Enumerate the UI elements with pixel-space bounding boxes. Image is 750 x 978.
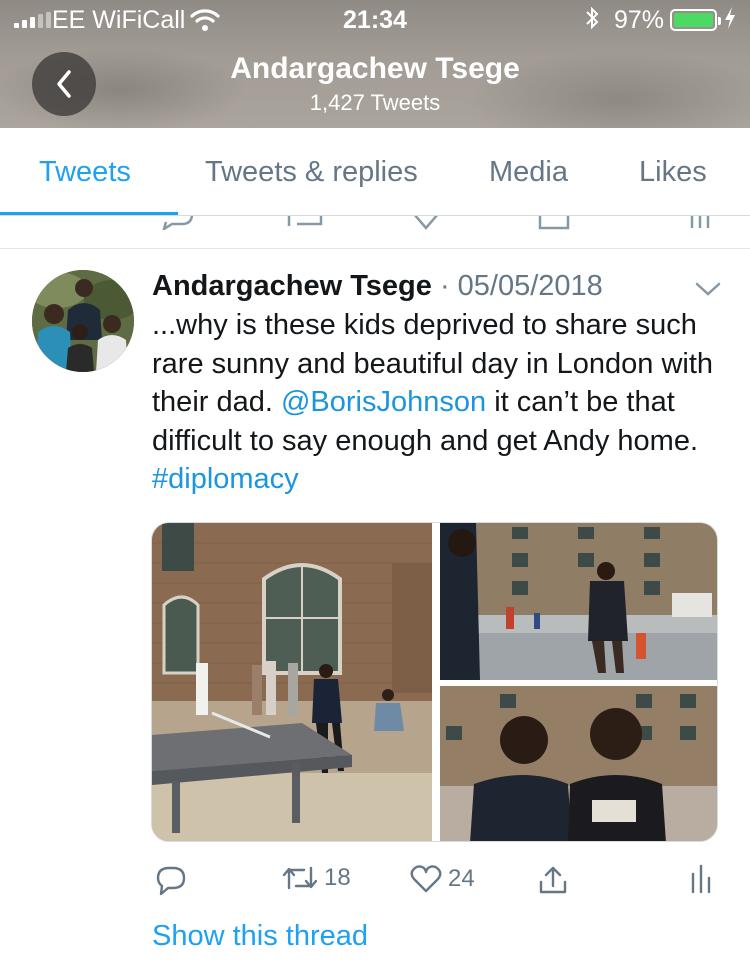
retweet-count: 18 xyxy=(324,864,351,891)
tweet-divider xyxy=(0,248,750,249)
analytics-button[interactable] xyxy=(689,864,713,894)
share-icon[interactable] xyxy=(538,216,570,230)
like-count: 24 xyxy=(448,865,475,892)
bluetooth-icon xyxy=(584,5,600,38)
tab-likes[interactable]: Likes xyxy=(639,156,707,189)
hashtag-link[interactable]: #diplomacy xyxy=(152,463,299,495)
share-button[interactable] xyxy=(537,864,569,896)
profile-header: EE WiFiCall 21:34 97% Andargachew Tsege … xyxy=(0,0,750,128)
media-photo-kids[interactable] xyxy=(440,686,717,841)
tweet-text: ...why is these kids deprived to share s… xyxy=(152,306,732,499)
profile-tabs: Tweets Tweets & replies Media Likes xyxy=(0,128,750,216)
tweet-author-name[interactable]: Andargachew Tsege xyxy=(152,270,432,302)
previous-tweet-actions xyxy=(0,216,750,230)
status-bar: EE WiFiCall 21:34 97% xyxy=(0,0,750,40)
retweet-icon xyxy=(282,866,318,890)
analytics-icon[interactable] xyxy=(688,216,712,230)
reply-icon[interactable] xyxy=(158,216,198,230)
header-tweet-count: 1,427 Tweets xyxy=(309,90,441,115)
media-photo-ping-pong[interactable] xyxy=(152,523,432,841)
battery-percentage: 97% xyxy=(614,6,665,34)
retweet-icon[interactable] xyxy=(285,216,355,230)
tweet-avatar[interactable] xyxy=(32,270,134,372)
charging-icon xyxy=(724,6,736,36)
reply-icon xyxy=(156,866,186,896)
reply-button[interactable] xyxy=(155,864,187,896)
chevron-down-icon[interactable] xyxy=(694,280,722,298)
tab-tweets[interactable]: Tweets xyxy=(39,156,131,189)
heart-icon[interactable] xyxy=(412,216,482,230)
header-profile-name: Andargachew Tsege xyxy=(230,52,520,85)
analytics-icon xyxy=(691,864,711,894)
share-icon xyxy=(539,866,567,894)
battery-icon xyxy=(670,9,721,31)
tweet-date[interactable]: 05/05/2018 xyxy=(458,270,603,302)
heart-icon xyxy=(410,865,442,893)
tweet-header: Andargachew Tsege · 05/05/2018 xyxy=(152,270,603,303)
tweet-separator: · xyxy=(431,270,458,302)
tab-tweets-replies[interactable]: Tweets & replies xyxy=(205,156,418,189)
retweet-button[interactable]: 18 xyxy=(282,864,351,892)
tweet-media-grid xyxy=(151,522,718,842)
like-button[interactable]: 24 xyxy=(410,864,475,894)
mention-link[interactable]: @BorisJohnson xyxy=(281,386,486,418)
tweet-actions: 18 24 xyxy=(0,860,750,904)
media-photo-fountain[interactable] xyxy=(440,523,717,680)
tab-media[interactable]: Media xyxy=(489,156,568,189)
show-thread-link[interactable]: Show this thread xyxy=(152,920,368,953)
